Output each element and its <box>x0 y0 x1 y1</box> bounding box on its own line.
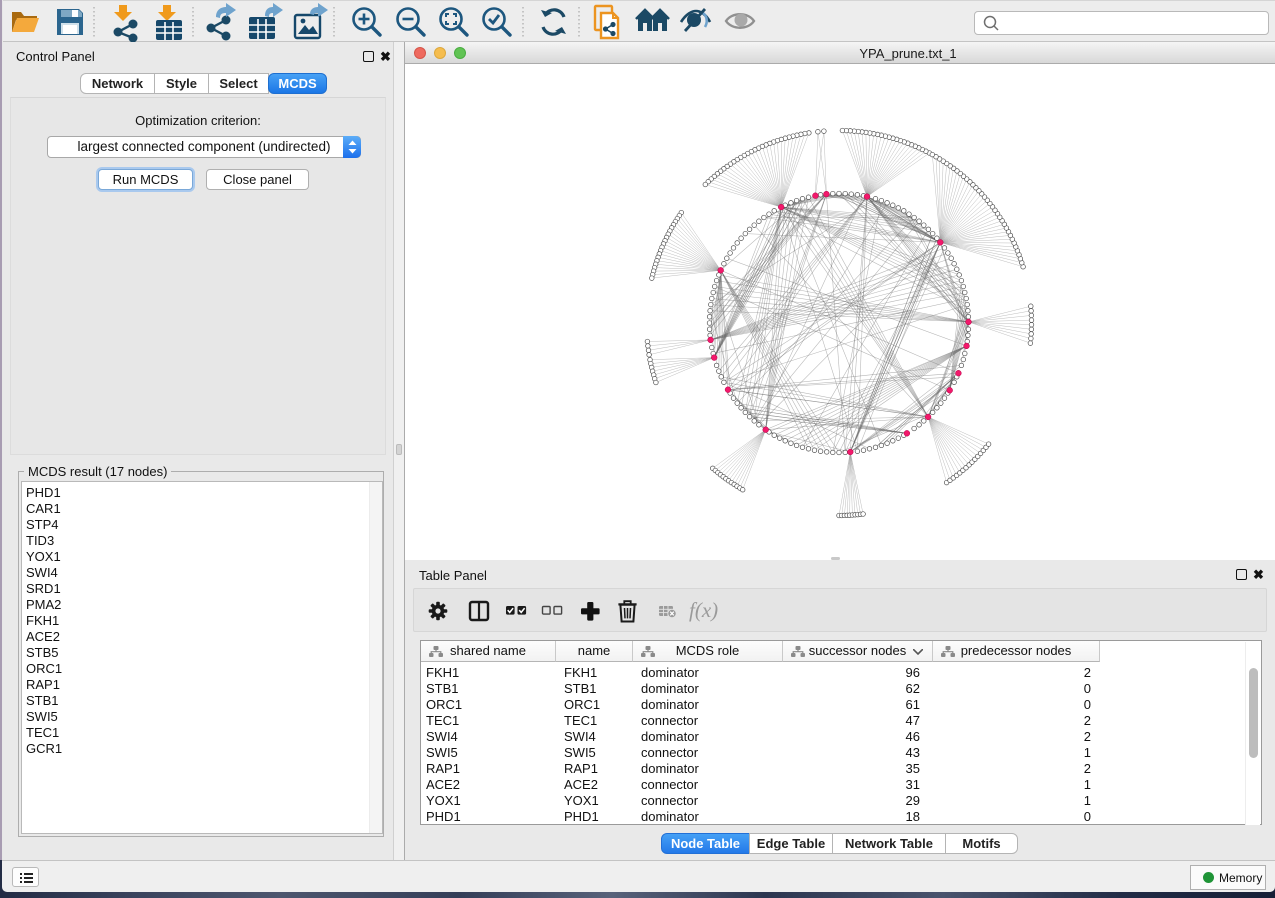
svg-text:f(x): f(x) <box>689 598 718 622</box>
